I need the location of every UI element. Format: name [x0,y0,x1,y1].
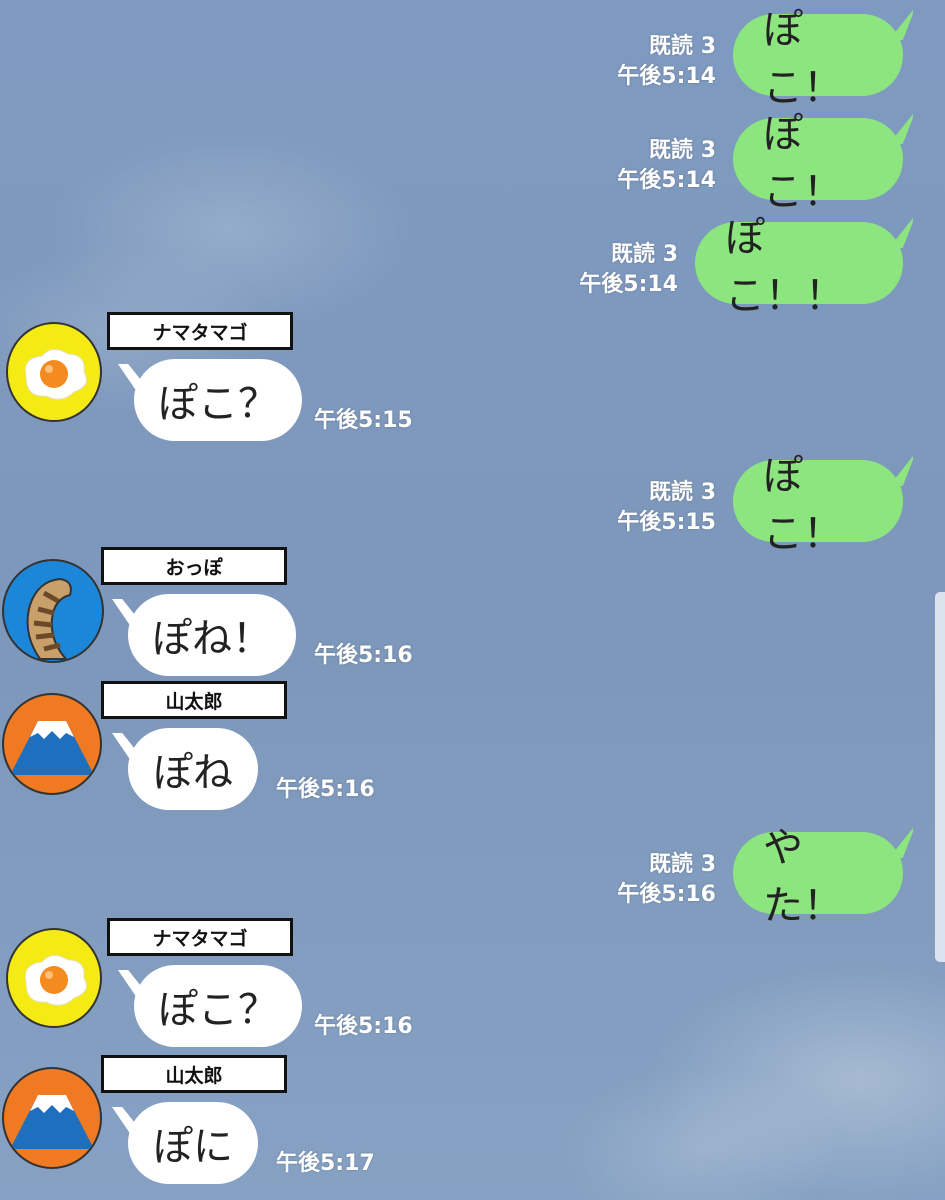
message-text: ぽに [153,1124,233,1170]
sender-name: 山太郎 [101,681,287,719]
message-meta: 既読 3 午後5:15 [617,478,716,538]
message-text: ぽこ？ [158,381,278,427]
message-time: 午後5:15 [314,408,413,433]
message-bubble[interactable]: ぽこ！ [733,111,903,215]
message-bubble[interactable]: ぽこ？ [134,965,302,1047]
message-time: 午後5:14 [617,168,716,193]
message-text: ぽこ！ [763,7,843,111]
message-incoming: おっぽ ぽね！ 午後5:16 [0,547,426,682]
message-time: 午後5:16 [314,643,413,668]
egg-icon[interactable] [6,322,102,422]
message-outgoing: ぽこ！ 既読 3 午後5:14 [600,111,913,215]
message-bubble[interactable]: ぽに [128,1102,258,1184]
message-meta: 既読 3 午後5:14 [617,32,716,92]
message-text: ぽこ！ [763,453,843,557]
scrollbar[interactable] [935,592,945,962]
message-outgoing: ぽこ！！ 既読 3 午後5:14 [560,215,913,319]
sender-name: おっぽ [101,547,287,585]
message-bubble[interactable]: ぽこ！ [733,7,903,111]
message-outgoing: ぽこ！ 既読 3 午後5:14 [600,7,913,111]
message-time: 午後5:15 [617,510,716,535]
sender-name: ナマタマゴ [107,918,293,956]
message-meta: 既読 3 午後5:14 [579,240,678,300]
message-meta: 既読 3 午後5:16 [617,850,716,910]
message-bubble[interactable]: ぽね！ [128,594,296,676]
message-bubble[interactable]: やた！ [733,825,903,929]
message-text: ぽこ！ [763,111,843,215]
read-receipt: 既読 3 [611,242,678,267]
message-bubble[interactable]: ぽこ！ [733,453,903,557]
message-bubble[interactable]: ぽこ！！ [695,215,903,319]
read-receipt: 既読 3 [649,852,716,877]
tail-icon[interactable] [2,559,104,663]
message-incoming: 山太郎 ぽに 午後5:17 [0,1055,390,1190]
message-incoming: ナマタマゴ ぽこ？ 午後5:16 [6,918,426,1053]
message-time: 午後5:16 [617,882,716,907]
mount-fuji-icon[interactable] [2,1067,102,1169]
egg-icon[interactable] [6,928,102,1028]
message-time: 午後5:16 [314,1014,413,1039]
read-receipt: 既読 3 [649,480,716,505]
mount-fuji-icon[interactable] [2,693,102,795]
message-outgoing: ぽこ！ 既読 3 午後5:15 [600,453,913,557]
message-time: 午後5:14 [579,272,678,297]
message-bubble[interactable]: ぽこ？ [134,359,302,441]
message-time: 午後5:17 [276,1151,375,1176]
message-text: やた！ [763,825,843,929]
read-receipt: 既読 3 [649,138,716,163]
message-bubble[interactable]: ぽね [128,728,258,810]
message-text: ぽこ？ [158,987,278,1033]
message-text: ぽこ！！ [725,215,845,319]
message-text: ぽね！ [152,616,272,662]
message-time: 午後5:16 [276,777,375,802]
message-text: ぽね [153,750,233,796]
sender-name: 山太郎 [101,1055,287,1093]
message-meta: 既読 3 午後5:14 [617,136,716,196]
message-incoming: 山太郎 ぽね 午後5:16 [0,681,390,816]
read-receipt: 既読 3 [649,34,716,59]
sender-name: ナマタマゴ [107,312,293,350]
message-incoming: ナマタマゴ ぽこ？ 午後5:15 [6,312,426,447]
message-time: 午後5:14 [617,64,716,89]
message-outgoing: やた！ 既読 3 午後5:16 [600,825,913,929]
